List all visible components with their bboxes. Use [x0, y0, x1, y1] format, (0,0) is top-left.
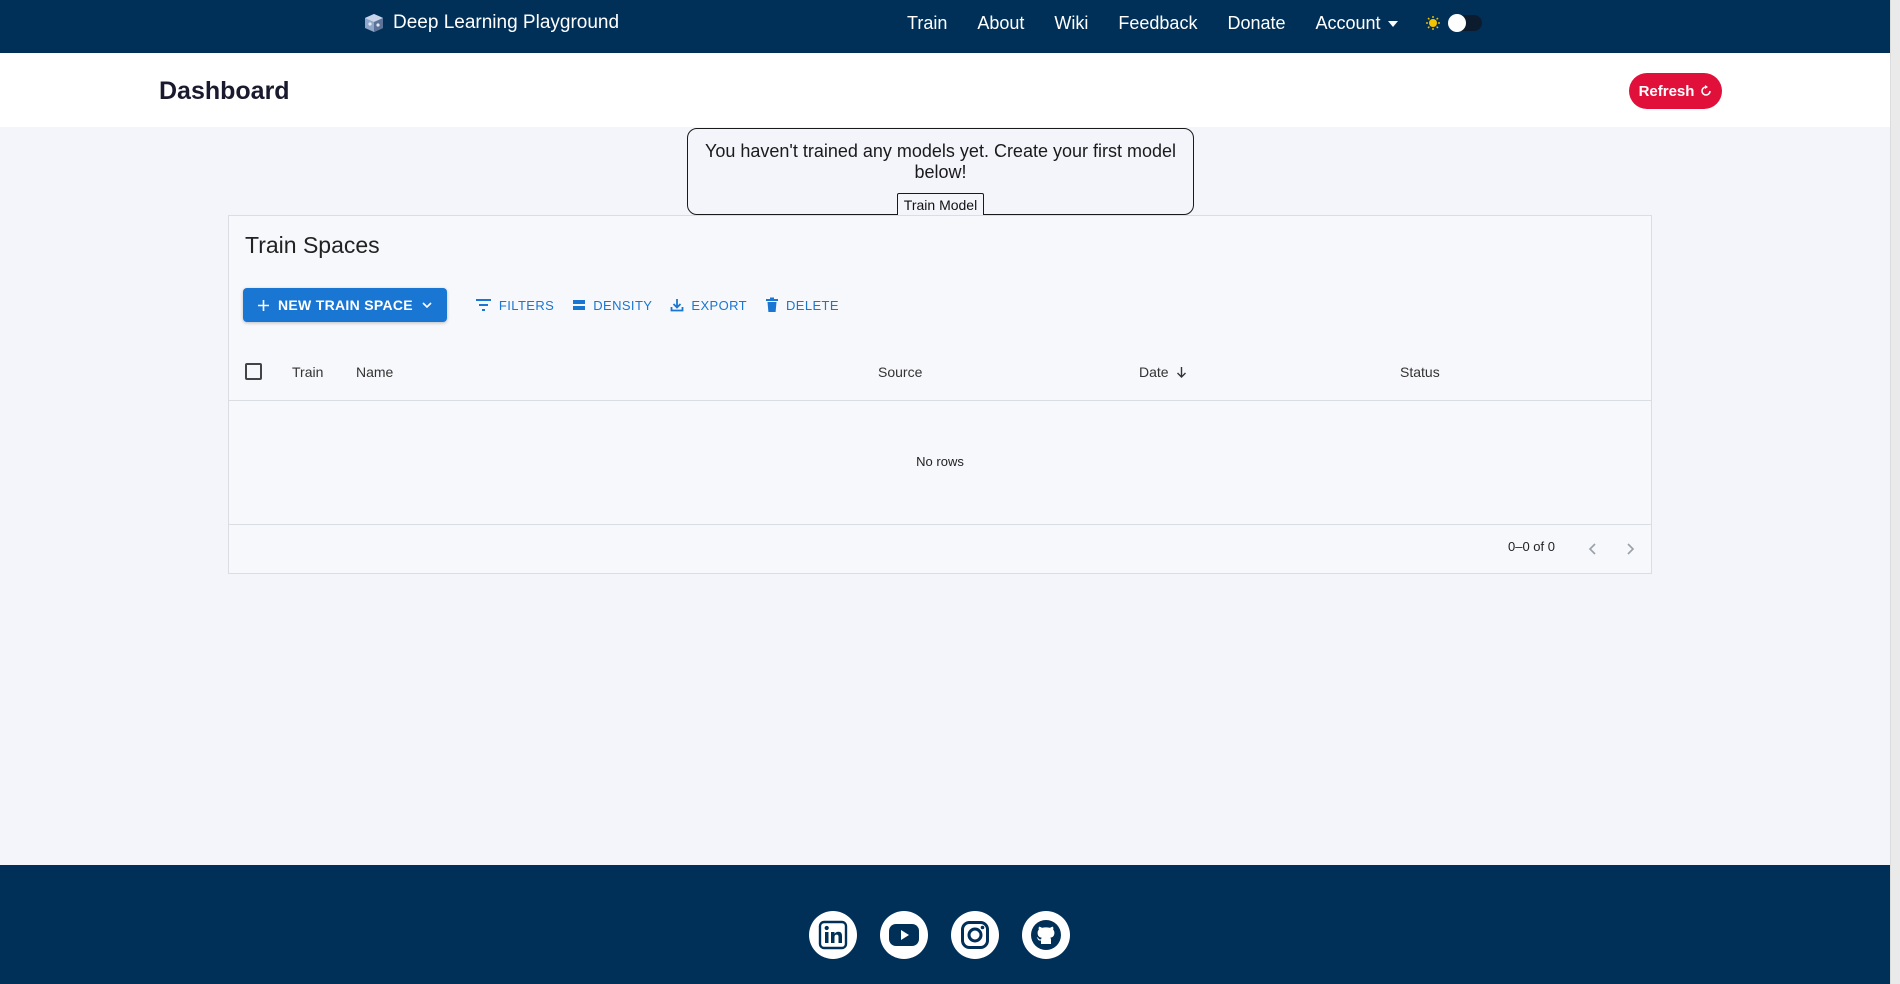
select-all-checkbox[interactable] — [245, 363, 262, 380]
refresh-icon — [1701, 85, 1712, 96]
refresh-button[interactable]: Refresh — [1629, 73, 1722, 109]
density-button[interactable]: DENSITY — [572, 298, 652, 313]
nav-wiki[interactable]: Wiki — [1054, 13, 1088, 34]
column-header-name[interactable]: Name — [356, 364, 393, 380]
nav-links: Train About Wiki Feedback Donate Account — [907, 0, 1482, 46]
new-train-space-label: NEW TRAIN SPACE — [278, 297, 413, 313]
density-icon — [573, 300, 586, 310]
instagram-link[interactable] — [951, 911, 999, 959]
brand-link[interactable]: Deep Learning Playground — [363, 0, 619, 46]
column-header-train[interactable]: Train — [292, 364, 323, 380]
nav-feedback[interactable]: Feedback — [1118, 13, 1197, 34]
chevron-left-icon[interactable] — [1583, 539, 1603, 559]
delete-button[interactable]: DELETE — [765, 297, 839, 313]
page-header: Dashboard Refresh — [0, 53, 1890, 127]
column-header-date[interactable]: Date — [1139, 364, 1187, 380]
grid-column-headers: Train Name Source Date Status — [229, 344, 1651, 401]
theme-switch-knob — [1447, 14, 1466, 32]
caret-down-icon — [1387, 21, 1398, 27]
brand-logo-icon — [365, 14, 383, 32]
nav-train[interactable]: Train — [907, 13, 947, 34]
page-title: Dashboard — [159, 77, 290, 105]
export-label: EXPORT — [691, 297, 747, 313]
theme-switch[interactable] — [1447, 14, 1482, 32]
filter-icon — [475, 299, 491, 311]
theme-toggle — [1425, 14, 1482, 32]
chevron-down-icon — [422, 302, 432, 309]
youtube-link[interactable] — [880, 911, 928, 959]
arrow-down-icon — [1176, 367, 1186, 378]
pagination-range: 0–0 of 0 — [1508, 539, 1555, 554]
export-button[interactable]: EXPORT — [670, 298, 747, 313]
youtube-icon — [889, 924, 919, 946]
brand-name: Deep Learning Playground — [393, 12, 620, 33]
refresh-label: Refresh — [1638, 82, 1695, 100]
train-model-button[interactable]: Train Model — [896, 193, 985, 217]
top-navbar: Deep Learning Playground Train About Wik… — [0, 0, 1890, 53]
delete-label: DELETE — [786, 297, 839, 313]
chevron-right-icon[interactable] — [1620, 539, 1640, 559]
nav-account-dropdown[interactable]: Account — [1316, 13, 1398, 34]
sun-icon — [1425, 16, 1440, 30]
linkedin-icon — [818, 920, 848, 950]
column-header-status[interactable]: Status — [1400, 364, 1440, 380]
page-footer — [0, 865, 1890, 984]
empty-grid-message: No rows — [916, 454, 964, 469]
notice-message: You haven't trained any models yet. Crea… — [704, 141, 1177, 182]
account-label: Account — [1315, 12, 1381, 33]
download-icon — [670, 299, 684, 312]
train-spaces-card: Train Spaces NEW TRAIN SPACE FILTERS DEN… — [228, 215, 1652, 574]
grid-toolbar: NEW TRAIN SPACE FILTERS DENSITY EXPORT D… — [243, 288, 857, 322]
density-label: DENSITY — [593, 297, 653, 313]
github-link[interactable] — [1022, 911, 1070, 959]
empty-models-notice: You haven't trained any models yet. Crea… — [687, 128, 1194, 217]
plus-icon — [258, 299, 269, 311]
instagram-icon — [961, 921, 989, 949]
filters-button[interactable]: FILTERS — [475, 298, 554, 313]
train-spaces-title: Train Spaces — [245, 232, 380, 258]
filters-label: FILTERS — [498, 297, 555, 313]
column-header-source[interactable]: Source — [878, 364, 922, 380]
nav-donate[interactable]: Donate — [1227, 13, 1285, 34]
column-header-date-label: Date — [1139, 364, 1169, 380]
page-scrollbar[interactable] — [1890, 0, 1900, 984]
grid-footer: 0–0 of 0 — [229, 524, 1651, 575]
github-icon — [1031, 920, 1061, 950]
social-links — [809, 911, 1070, 959]
new-train-space-button[interactable]: NEW TRAIN SPACE — [243, 288, 447, 322]
nav-about[interactable]: About — [977, 13, 1024, 34]
linkedin-link[interactable] — [809, 911, 857, 959]
trash-icon — [766, 297, 778, 312]
